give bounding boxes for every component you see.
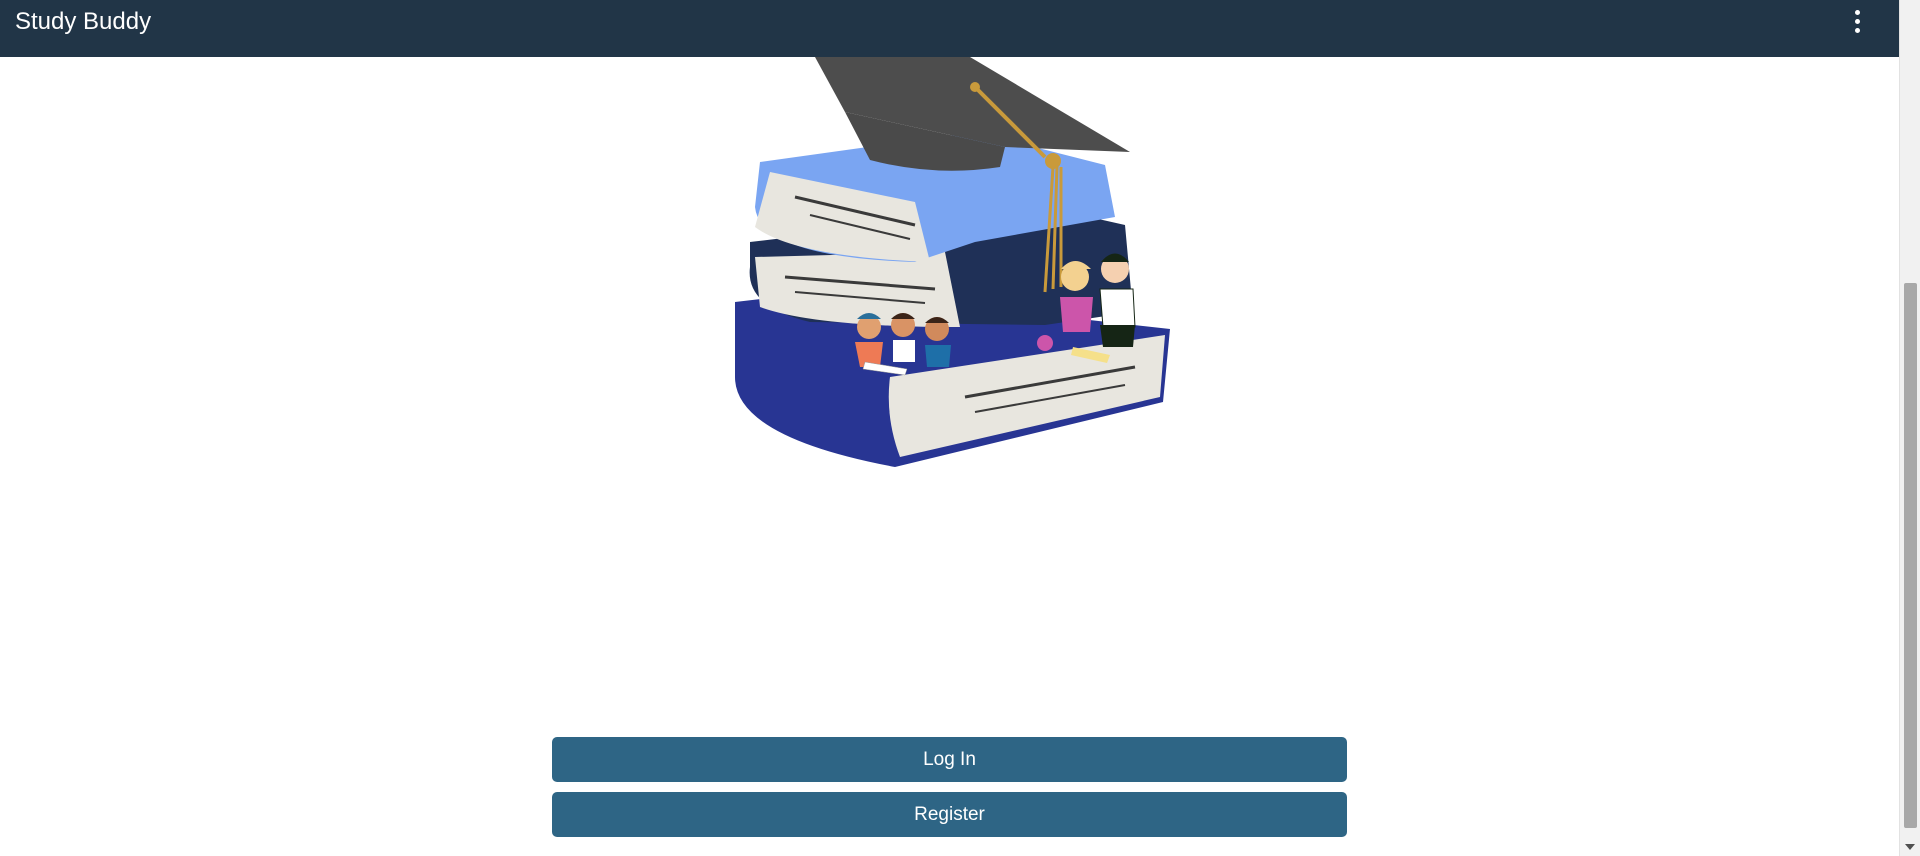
app-title: Study Buddy (15, 8, 152, 35)
scroll-down-arrow-icon[interactable] (1905, 844, 1915, 850)
register-button[interactable]: Register (552, 792, 1347, 837)
scrollbar-thumb[interactable] (1904, 283, 1917, 828)
hero-illustration (715, 57, 1175, 477)
more-options-button[interactable] (1842, 6, 1872, 36)
books-graduation-cap-illustration (735, 57, 1170, 467)
more-vertical-icon-dot (1854, 18, 1860, 24)
vertical-scrollbar[interactable] (1899, 0, 1920, 856)
more-vertical-icon-dot (1854, 27, 1860, 33)
app-root: Study Buddy Log In Register (0, 0, 1920, 856)
login-button[interactable]: Log In (552, 737, 1347, 782)
more-vertical-icon (1854, 9, 1860, 15)
top-app-bar: Study Buddy (0, 0, 1899, 57)
